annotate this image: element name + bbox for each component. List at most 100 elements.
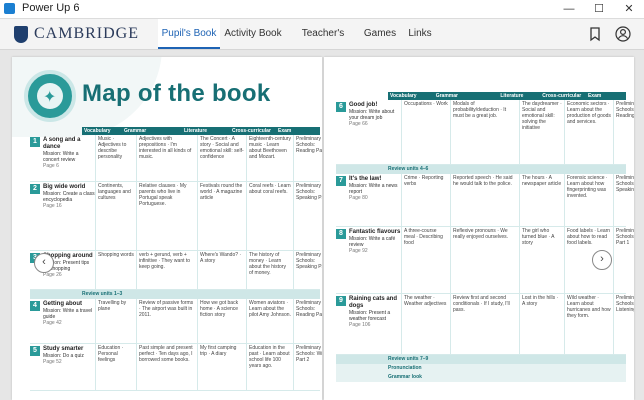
unit-row-7[interactable]: 7 It's the law! Mission: Write a news repo…: [336, 174, 634, 227]
unit-mission: Mission: Write about your dream job: [349, 109, 395, 121]
cell-vocabulary: A three-course meal · Describing food: [401, 227, 450, 293]
cell-literature: The daydreamer · Social and emotional sk…: [519, 100, 564, 164]
unit-number: 7: [336, 176, 346, 186]
header-grammar: Grammar: [435, 93, 458, 99]
review-units-bar: Review units 1–3: [30, 290, 320, 299]
pronunciation-bar: Pronunciation: [336, 364, 626, 373]
header-vocabulary: Vocabulary: [390, 93, 417, 99]
units-table-right: Vocabulary Grammar Literature Cross-curr…: [336, 92, 634, 382]
cell-literature: The Concert · A story · Social and emoti…: [197, 135, 246, 181]
cell-vocabulary: Education · Personal feelings: [95, 344, 136, 390]
cell-grammar: Modals of probability/deduction · It mus…: [450, 100, 519, 164]
unit-mission: Mission: Write a news report: [349, 183, 398, 195]
chevron-right-icon: ›: [600, 253, 604, 265]
shield-icon: [14, 25, 28, 43]
unit-page: Page 52: [43, 359, 62, 365]
cell-vocabulary: Occupations · Work: [401, 100, 450, 164]
cell-literature: How we got back home · A science fiction…: [197, 299, 246, 343]
maximize-button[interactable]: ☐: [584, 0, 614, 18]
unit-page: Page 92: [349, 248, 368, 254]
cambridge-logo: CAMBRIDGE: [14, 24, 139, 44]
unit-page: Page 6: [43, 163, 59, 169]
cell-literature: Festivals round the world · A magazine a…: [197, 182, 246, 250]
right-page: Vocabulary Grammar Literature Cross-curr…: [324, 57, 634, 400]
cell-vocabulary: Travelling by plane: [95, 299, 136, 343]
units-table-left: Vocabulary Grammar Literature Cross-curr…: [30, 127, 322, 391]
unit-row-8[interactable]: 8 Fantastic flavours Mission: Write a café…: [336, 227, 634, 294]
unit-page: Page 106: [349, 322, 371, 328]
power-up-badge-icon: ✦: [24, 70, 76, 122]
unit-row-2[interactable]: 2 Big wide world Mission: Create a class e…: [30, 182, 322, 251]
cell-cross-curricular: Forensic science · Learn about how finge…: [564, 174, 613, 226]
cell-grammar: Reflexive pronouns · We really enjoyed o…: [450, 227, 519, 293]
unit-name: Good job!: [349, 102, 378, 108]
table-header: Vocabulary Grammar Literature Cross-curr…: [388, 92, 626, 100]
cell-grammar: Adjectives with prepositions · I'm inter…: [136, 135, 197, 181]
cell-exam: Preliminary for Schools: Reading Part 2: [293, 299, 322, 343]
unit-row-6[interactable]: 6 Good job! Mission: Write about your drea…: [336, 100, 634, 165]
unit-name: It's the law!: [349, 176, 382, 182]
cell-grammar: Review first and second conditionals · I…: [450, 294, 519, 354]
unit-page: Page 26: [43, 272, 62, 278]
unit-row-1[interactable]: 1A song and a dance Mission: Write a conc…: [30, 135, 322, 182]
cell-exam: Preliminary for Schools: Listening Part …: [613, 294, 634, 354]
unit-name: Getting about: [43, 301, 82, 307]
cell-cross-curricular: Wild weather · Learn about hurricanes an…: [564, 294, 613, 354]
tab-games[interactable]: Games: [362, 19, 398, 49]
unit-number: 6: [336, 102, 346, 112]
unit-name: Big wide world: [43, 184, 86, 190]
unit-mission: Mission: Write a concert review: [43, 151, 79, 163]
chevron-left-icon: ‹: [42, 256, 46, 268]
header-exam: Exam: [587, 93, 602, 99]
book-viewer: ✦ Map of the book Vocabulary Grammar Lit…: [0, 50, 644, 400]
cell-vocabulary: Music · Adjectives to describe personali…: [95, 135, 136, 181]
unit-number: 5: [30, 346, 40, 356]
cell-exam: Preliminary for Schools: Writing Part 1: [613, 227, 634, 293]
header-grammar: Grammar: [124, 128, 147, 134]
tab-pupils-book[interactable]: Pupil's Book: [158, 19, 220, 49]
prev-page-button[interactable]: ‹: [34, 253, 54, 273]
unit-page: Page 42: [43, 320, 62, 326]
cell-cross-curricular: Eighteenth-century music · Learn about B…: [246, 135, 293, 181]
cell-exam: Preliminary for Schools: Speaking Part 1: [293, 251, 322, 289]
minimize-button[interactable]: —: [554, 0, 584, 18]
window-title: Power Up 6: [22, 2, 80, 14]
unit-name: A song and a dance: [43, 137, 81, 150]
cell-cross-curricular: Economic sectors · Learn about the produ…: [564, 100, 613, 164]
tab-activity-book[interactable]: Activity Book: [224, 19, 282, 49]
next-page-button[interactable]: ›: [592, 250, 612, 270]
app-icon: [4, 3, 15, 14]
unit-mission: Mission: Present a weather forecast: [349, 310, 391, 322]
cell-vocabulary: Shopping words: [95, 251, 136, 289]
unit-mission: Mission: Write a travel guide: [43, 308, 93, 320]
grammar-look-bar: Grammar look: [336, 373, 626, 382]
header-cross-curricular: Cross-curricular: [542, 93, 582, 99]
unit-name: Raining cats and dogs: [349, 296, 398, 309]
tab-teachers-book[interactable]: Teacher's Book: [290, 19, 356, 69]
account-icon[interactable]: [614, 25, 632, 43]
unit-number: 8: [336, 229, 346, 239]
unit-number: 9: [336, 296, 346, 306]
unit-page: Page 66: [349, 121, 368, 127]
cell-literature: Where's Wando? · A story: [197, 251, 246, 289]
left-page: ✦ Map of the book Vocabulary Grammar Lit…: [12, 57, 322, 400]
title-bar: Power Up 6 — ☐ ✕: [0, 0, 644, 19]
cell-grammar: Reported speech · He said he would talk …: [450, 174, 519, 226]
header-cross-curricular: Cross-curricular: [232, 128, 271, 134]
unit-row-3[interactable]: 3Shopping aroundMission: Present tips on…: [30, 251, 322, 290]
close-button[interactable]: ✕: [614, 0, 644, 18]
cell-grammar: Review of passive forms · The airport wa…: [136, 299, 197, 343]
cell-vocabulary: The weather · Weather adjectives: [401, 294, 450, 354]
unit-row-5[interactable]: 5 Study smarter Mission: Do a quiz Page 52 …: [30, 344, 322, 391]
cell-literature: The girl who turned blue · A story: [519, 227, 564, 293]
unit-mission: Mission: Write a café review: [349, 236, 396, 248]
header-literature: Literature: [500, 93, 524, 99]
unit-row-9[interactable]: 9 Raining cats and dogs Mission: Present a…: [336, 294, 634, 355]
cell-exam: Preliminary for Schools: Speaking Part 3: [293, 182, 322, 250]
bookmark-icon[interactable]: [586, 25, 604, 43]
cell-cross-curricular: Women aviators · Learn about the pilot A…: [246, 299, 293, 343]
tab-links[interactable]: Links: [404, 19, 436, 49]
top-navigation: CAMBRIDGE Pupil's Book Activity Book Tea…: [0, 19, 644, 69]
unit-row-4[interactable]: 4 Getting about Mission: Write a travel gu…: [30, 299, 322, 344]
cell-grammar: verb + gerund, verb + infinitive · They …: [136, 251, 197, 289]
